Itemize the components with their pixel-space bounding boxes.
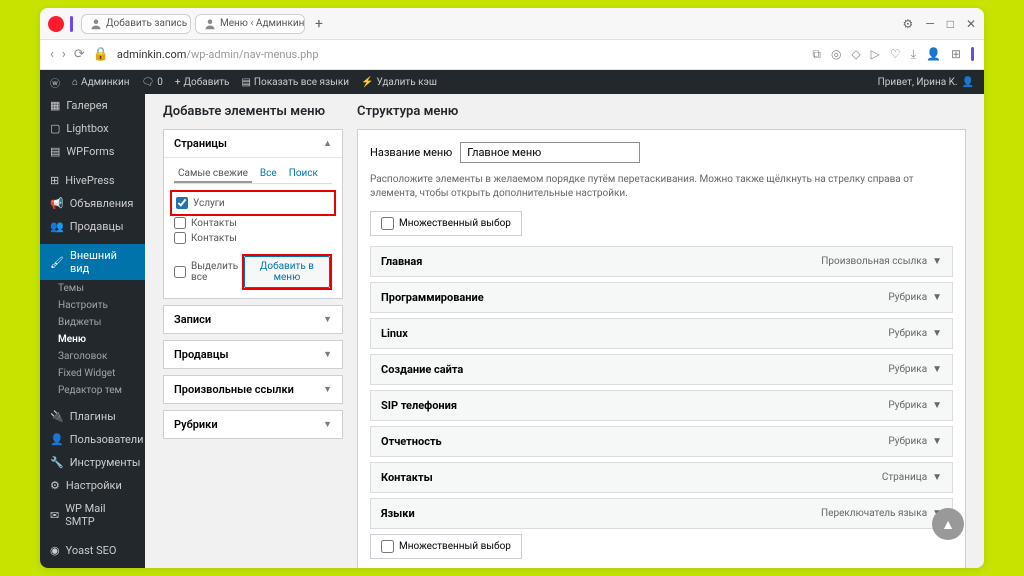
menu-item[interactable]: ГлавнаяПроизвольная ссылка ▼ xyxy=(370,246,953,277)
sidebar-item[interactable]: ▦ Галерея xyxy=(40,94,145,117)
admin-sidebar: ▦ Галерея ▢ Lightbox ▤ WPForms ⊞ HivePre… xyxy=(40,94,145,568)
toolbar-icon[interactable]: ⧉ xyxy=(812,47,821,62)
chevron-down-icon: ▼ xyxy=(323,314,332,325)
chevron-down-icon: ▼ xyxy=(323,419,332,430)
url-field[interactable]: adminkin.com/wp-admin/nav-menus.php xyxy=(117,48,804,61)
page-checkbox[interactable]: Услуги xyxy=(176,197,330,209)
sidebar-item[interactable]: ⊞ HivePress xyxy=(40,169,145,192)
multi-select-toggle[interactable]: Множественный выбор xyxy=(370,534,522,559)
tab-search[interactable]: Поиск xyxy=(285,166,322,183)
structure-title: Структура меню xyxy=(357,104,966,119)
browser-tab-2[interactable]: Меню ‹ Админкин — W… xyxy=(195,14,305,34)
sidebar-sub[interactable]: Темы xyxy=(40,280,145,297)
chevron-down-icon: ▼ xyxy=(323,349,332,360)
menu-name-label: Название меню xyxy=(370,146,452,159)
address-bar: ‹ › ⟳ 🔒 adminkin.com/wp-admin/nav-menus.… xyxy=(40,40,984,70)
hint-text: Расположите элементы в желаемом порядке … xyxy=(370,173,953,201)
user-greeting[interactable]: Привет, Ирина K. xyxy=(878,77,958,88)
page-checkbox[interactable]: Контакты xyxy=(174,217,332,229)
avatar-icon[interactable]: 👤 xyxy=(962,77,974,88)
sidebar-item[interactable]: 🔧 Инструменты xyxy=(40,451,145,474)
menu-item[interactable]: ЯзыкиПереключатель языка ▼ xyxy=(370,498,953,529)
sidebar-sub[interactable]: Редактор тем xyxy=(40,382,145,399)
sidebar-item[interactable]: ◉ Yoast SEO xyxy=(40,539,145,562)
forward-button[interactable]: › xyxy=(62,47,66,62)
panel-posts[interactable]: Записи▼ xyxy=(164,306,342,333)
scroll-top-button[interactable]: ▲ xyxy=(932,508,964,540)
sidebar-item[interactable]: 🔌 Плагины xyxy=(40,405,145,428)
sidebar-sub[interactable]: Виджеты xyxy=(40,314,145,331)
languages-link[interactable]: ▤ Показать все языки xyxy=(241,77,349,88)
sidebar-item[interactable]: ▢ Lightbox xyxy=(40,117,145,140)
wp-logo-icon[interactable]: ⓦ xyxy=(50,75,60,90)
lock-icon: 🔒 xyxy=(93,47,109,62)
chevron-up-icon: ▲ xyxy=(323,138,332,149)
menu-item[interactable]: КонтактыСтраница ▼ xyxy=(370,462,953,493)
toolbar-icon[interactable]: 👤 xyxy=(926,47,941,62)
sidebar-item[interactable]: ⚙ Настройки xyxy=(40,474,145,497)
panel-pages-header[interactable]: Страницы▲ xyxy=(164,130,342,158)
add-new-link[interactable]: + Добавить xyxy=(175,77,230,88)
site-link[interactable]: ⌂ Админкин xyxy=(72,77,130,88)
comments-link[interactable]: 🗨 0 xyxy=(142,77,163,88)
toolbar-icon[interactable]: ⊞ xyxy=(951,47,961,62)
toolbar-icon[interactable]: ◇ xyxy=(851,47,860,62)
sidebar-sub[interactable]: Fixed Widget xyxy=(40,365,145,382)
sidebar-item[interactable]: 📢 Объявления xyxy=(40,192,145,215)
menu-name-input[interactable] xyxy=(460,142,640,163)
sidebar-sub[interactable]: Настроить xyxy=(40,297,145,314)
close-icon[interactable]: ✕ xyxy=(966,17,976,31)
sidebar-sub[interactable]: Заголовок xyxy=(40,348,145,365)
minimize-icon[interactable]: — xyxy=(925,17,934,31)
chevron-down-icon: ▼ xyxy=(323,384,332,395)
sidebar-sub-menu[interactable]: Меню xyxy=(40,331,145,348)
panel-sellers[interactable]: Продавцы▼ xyxy=(164,341,342,368)
sidebar-item[interactable]: ✉ WP Mail SMTP xyxy=(40,497,145,533)
maximize-icon[interactable]: □ xyxy=(947,17,954,31)
new-tab-button[interactable]: + xyxy=(309,14,329,34)
settings-icon[interactable]: ⚙ xyxy=(903,17,914,31)
menu-item[interactable]: SIP телефонияРубрика ▼ xyxy=(370,390,953,421)
toolbar-icon[interactable]: ♡ xyxy=(890,47,901,62)
menu-item[interactable]: ПрограммированиеРубрика ▼ xyxy=(370,282,953,313)
panel-custom-links[interactable]: Произвольные ссылки▼ xyxy=(164,376,342,403)
menu-item[interactable]: LinuxРубрика ▼ xyxy=(370,318,953,349)
wp-admin-bar: ⓦ ⌂ Админкин 🗨 0 + Добавить ▤ Показать в… xyxy=(40,70,984,94)
tab-recent[interactable]: Самые свежие xyxy=(174,166,252,183)
toolbar-icon[interactable]: ▷ xyxy=(871,47,880,62)
toolbar-icon[interactable]: ◎ xyxy=(831,47,841,62)
panel-categories[interactable]: Рубрики▼ xyxy=(164,411,342,438)
browser-titlebar: Добавить запись ‹ Адми… Меню ‹ Админкин … xyxy=(40,8,984,40)
sidebar-item-appearance[interactable]: 🖌 Внешний вид xyxy=(40,244,145,280)
menu-item[interactable]: ОтчетностьРубрика ▼ xyxy=(370,426,953,457)
multi-select-toggle[interactable]: Множественный выбор xyxy=(370,211,522,236)
sidebar-item[interactable]: 👥 Продавцы xyxy=(40,215,145,238)
back-button[interactable]: ‹ xyxy=(50,47,54,62)
add-elements-title: Добавьте элементы меню xyxy=(163,104,343,119)
opera-icon xyxy=(48,16,64,32)
select-all-checkbox[interactable]: Выделить все xyxy=(174,261,242,283)
browser-tab-1[interactable]: Добавить запись ‹ Адми… xyxy=(81,14,191,34)
reload-button[interactable]: ⟳ xyxy=(74,47,85,62)
tab-all[interactable]: Все xyxy=(256,166,281,183)
sidebar-item[interactable]: ⚡ WP Fastest Cache xyxy=(40,562,145,568)
cache-link[interactable]: ⚡ Удалить кэш xyxy=(361,77,437,88)
accent-bar xyxy=(70,16,73,32)
menu-item[interactable]: Создание сайтаРубрика ▼ xyxy=(370,354,953,385)
add-to-menu-button[interactable]: Добавить в меню xyxy=(244,256,330,288)
sidebar-item[interactable]: ▤ WPForms xyxy=(40,140,145,163)
toolbar-icon[interactable]: ⤓ xyxy=(911,47,916,62)
sidebar-item[interactable]: 👤 Пользователи xyxy=(40,428,145,451)
page-checkbox[interactable]: Контакты xyxy=(174,232,332,244)
